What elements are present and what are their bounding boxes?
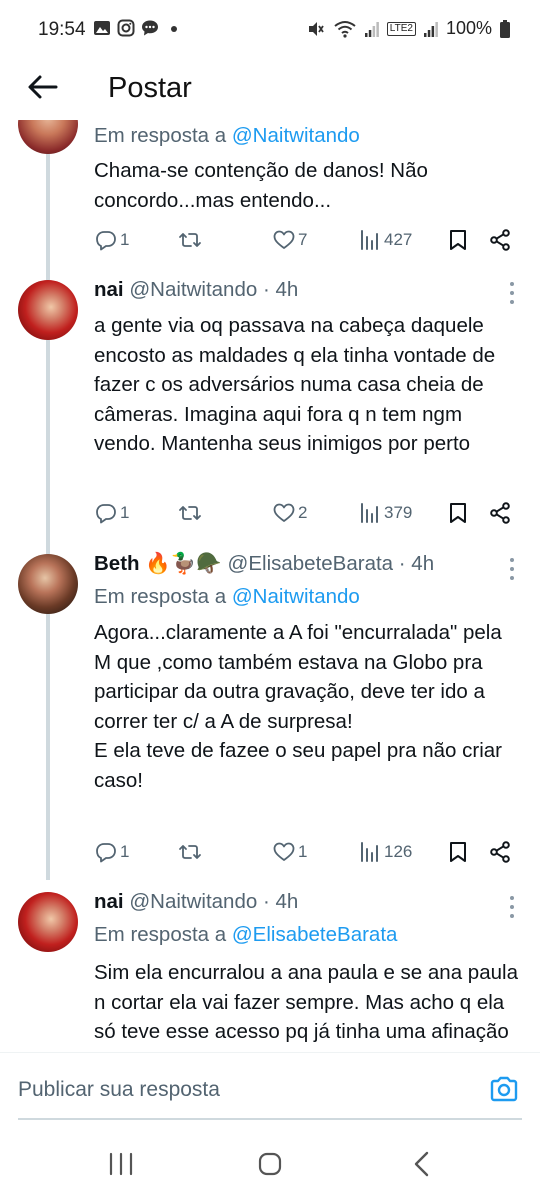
input-underline [18,1118,522,1120]
reply-button[interactable]: 1 [94,225,129,255]
top-app-bar: Postar [0,60,540,120]
battery-percent: 100% [445,18,492,38]
post-header: nai @Naitwitando · 4h [94,890,298,914]
reply-button[interactable]: 1 [94,498,129,528]
reply-to-line: Em resposta a @ElisabeteBarata [94,923,398,946]
reply-button[interactable]: 1 [94,837,129,867]
repost-button[interactable] [178,498,204,528]
repost-button[interactable] [178,837,204,867]
reply-count: 1 [120,503,130,522]
repost-button[interactable] [178,225,204,255]
avatar[interactable] [18,892,78,952]
wifi-icon [334,20,356,38]
avatar[interactable] [18,280,78,340]
handle-time: @ElisabeteBarata · 4h [227,552,435,575]
status-bar: 19:54 LTE2 100% [0,0,540,60]
bookmark-icon[interactable] [446,501,470,525]
status-time: 19:54 [38,19,86,40]
reply-to-line: Em resposta a @Naitwitando [94,124,360,147]
views-count: 126 [384,842,413,861]
heart-icon [273,230,295,249]
post-text: Agora...claramente a A foi "encurralada"… [94,621,502,792]
like-count: 1 [298,842,308,861]
more-options-icon[interactable] [508,282,516,304]
chat-bubble-icon [142,20,158,36]
views-button[interactable]: 427 [358,225,412,255]
reply-composer: Publicar sua resposta [0,1052,540,1120]
views-chart-icon [361,503,378,523]
recents-icon[interactable] [108,1152,134,1176]
like-button[interactable]: 7 [272,225,307,255]
avatar[interactable] [18,120,78,154]
repost-icon [179,233,201,247]
share-icon[interactable] [488,501,512,525]
more-options-icon[interactable] [508,558,516,580]
display-name[interactable]: nai [94,890,124,913]
post-text: Chama-se contenção de danos! Não concord… [94,159,428,212]
reply-icon [96,231,116,251]
views-count: 379 [384,503,413,522]
post-header: nai @Naitwitando · 4h [94,278,298,302]
back-arrow-icon[interactable] [26,72,60,102]
heart-icon [273,503,295,522]
mention-link[interactable]: @Naitwitando [232,585,360,608]
views-chart-icon [361,230,378,250]
mute-icon [308,21,324,36]
share-icon[interactable] [488,840,512,864]
system-nav-bar [0,1130,540,1199]
post-actions: 1 2 379 [94,498,524,528]
instagram-icon [117,19,135,37]
views-chart-icon [361,842,378,862]
more-options-icon[interactable] [508,896,516,918]
dot-icon [171,26,177,32]
post-text: Sim ela encurralou a ana paula e se ana … [94,961,518,1043]
mention-link[interactable]: @ElisabeteBarata [232,923,398,946]
views-count: 427 [384,230,413,249]
post-reply-2[interactable]: nai @Naitwitando · 4h a gente via oq pas… [0,270,540,550]
reply-icon [96,504,116,524]
handle-time: @Naitwitando · 4h [129,278,299,301]
views-button[interactable]: 379 [358,498,412,528]
post-actions: 1 7 427 [94,225,524,255]
post-actions: 1 1 126 [94,837,524,867]
heart-icon [273,842,295,861]
like-count: 7 [298,230,308,249]
battery-icon [500,19,510,38]
display-name[interactable]: nai [94,278,124,301]
repost-icon [179,845,201,859]
post-thread: Em resposta a @Naitwitando Chama-se cont… [0,120,540,1052]
reply-input[interactable]: Publicar sua resposta [18,1078,220,1102]
reply-to-line: Em resposta a @Naitwitando [94,585,360,608]
post-reply-4[interactable]: nai @Naitwitando · 4h Em resposta a @Eli… [0,888,540,1052]
share-icon[interactable] [488,228,512,252]
signal-icon [423,21,438,37]
display-name[interactable]: Beth 🔥🦆🪖 [94,552,222,575]
signal-icon [364,21,379,37]
reply-count: 1 [120,230,130,249]
gallery-icon [94,21,110,35]
mention-link[interactable]: @Naitwitando [232,124,360,147]
bookmark-icon[interactable] [446,228,470,252]
repost-icon [179,506,201,520]
post-header: Beth 🔥🦆🪖 @ElisabeteBarata · 4h [94,552,434,576]
like-count: 2 [298,503,308,522]
post-text: a gente via oq passava na cabeça daquele… [94,314,496,455]
reply-icon [96,843,116,863]
camera-icon[interactable] [488,1073,520,1105]
network-label: LTE2 [386,21,416,36]
page-title: Postar [108,72,192,104]
post-reply-1[interactable]: Em resposta a @Naitwitando Chama-se cont… [0,120,540,270]
nav-back-icon[interactable] [412,1151,432,1177]
bookmark-icon[interactable] [446,840,470,864]
like-button[interactable]: 1 [272,837,307,867]
views-button[interactable]: 126 [358,837,412,867]
reply-count: 1 [120,842,130,861]
home-icon[interactable] [258,1152,282,1176]
like-button[interactable]: 2 [272,498,307,528]
post-reply-3[interactable]: Beth 🔥🦆🪖 @ElisabeteBarata · 4h Em respos… [0,548,540,888]
avatar[interactable] [18,554,78,614]
handle-time: @Naitwitando · 4h [129,890,299,913]
